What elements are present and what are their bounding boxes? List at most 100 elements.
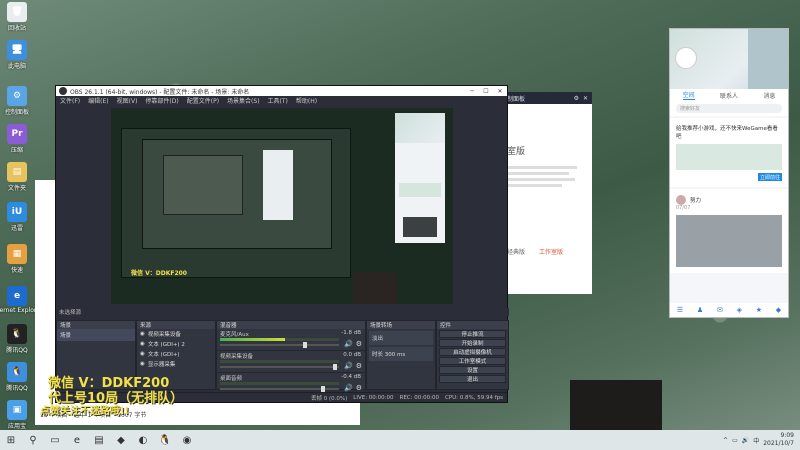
tab-contacts[interactable]: 联系人 [720,91,738,100]
avatar[interactable] [676,195,686,205]
tab-messages[interactable]: 消息 [763,91,775,100]
star-icon[interactable]: ★ [756,306,762,314]
source-label: 视频采集设备 [147,332,181,338]
menu-item[interactable]: 停靠部件(D) [145,96,178,105]
qq-search-input[interactable]: 搜索好友 [676,104,782,113]
control-button[interactable]: 开始录制 [439,339,506,347]
start-icon[interactable]: ⊞ [0,430,22,450]
source-item[interactable]: ◉ 文本 (GDI+) 2 [137,339,215,349]
dialog-heading: 室版 [507,147,526,157]
qq-panel[interactable]: 空间 联系人 消息 搜索好友 给我推荐小游戏，还不快来WeGame看看吧 立即前… [669,28,789,318]
search-icon[interactable]: ⚲ [22,430,44,450]
volume-slider[interactable] [220,342,339,348]
mixer-track-name: 视频采集设备 [220,354,254,360]
control-panel-dialog[interactable]: 控制面板 ⚙ ✕ 室版 经典版 工作室版 [497,92,592,294]
desktop-icon[interactable]: iU 迅雷 [0,202,34,232]
close-icon[interactable]: ✕ [493,88,507,95]
visibility-icon[interactable]: ◉ [140,351,145,357]
mixer-dock-title: 混音器 [217,321,365,329]
tray-expand-icon[interactable]: ^ [723,437,728,444]
mixer-track: 视频采集设备 0.0 dB 🔊 ⚙ [217,351,365,373]
desktop-icon[interactable]: 🐧 腾讯QQ [0,362,34,392]
menu-item[interactable]: 文件(F) [60,96,80,105]
mute-icon[interactable]: 🔊 [344,362,353,370]
gear-icon[interactable]: ⚙ [356,340,362,348]
obs-window[interactable]: OBS 26.1.1 (64-bit, windows) - 配置文件: 未命名… [55,85,509,403]
desktop-icon[interactable]: 🗑 回收站 [0,2,34,32]
settings-icon[interactable]: ⚙ [574,95,579,102]
control-button[interactable]: 停止推流 [439,330,506,338]
menu-item[interactable]: 编辑(E) [88,96,108,105]
menu-item[interactable]: 场景集合(S) [227,96,260,105]
status-item: REC: 00:00:00 [399,394,439,401]
desktop-icon[interactable]: ⚙ 控制面板 [0,86,34,116]
control-button[interactable]: 启动虚拟摄像机 [439,348,506,356]
app-icon: 🐧 [7,324,27,344]
taskbar-app-icon[interactable]: ◆ [110,430,132,450]
obs-preview[interactable]: 微信 V：DDKF200 [111,108,453,304]
transition-duration[interactable]: 时长 300 ms [369,347,433,361]
volume-slider[interactable] [220,364,339,370]
source-item[interactable]: ◉ 视频采集设备 [137,329,215,339]
qq-go-button[interactable]: 立即前往 [758,173,782,181]
dialog-link-classic[interactable]: 经典版 [507,247,525,256]
desktop-icon[interactable]: Pr 压缩 [0,124,34,154]
minimize-icon[interactable]: ─ [465,88,479,95]
mail-icon[interactable]: ✉ [717,306,723,314]
control-button[interactable]: 设置 [439,366,506,374]
desktop-icon[interactable]: 🖥 此电脑 [0,40,34,70]
network-icon[interactable]: ▭ [732,437,738,444]
avatar[interactable] [675,47,697,69]
menu-item[interactable]: 工具(T) [268,96,288,105]
taskbar-app-icon[interactable]: ◐ [132,430,154,450]
transition-select[interactable]: 淡出 [369,331,433,345]
clock-date: 2021/10/7 [763,440,794,447]
menu-item[interactable]: 视图(V) [117,96,138,105]
mute-icon[interactable]: 🔊 [344,384,353,392]
desktop-icon[interactable]: ▤ 文件夹 [0,162,34,192]
close-icon[interactable]: ✕ [583,95,588,102]
scenes-dock-title: 场景 [57,321,135,329]
desktop-icon[interactable]: eInternet Explorer [0,286,42,314]
taskbar-app-icon[interactable]: ▭ [44,430,66,450]
visibility-icon[interactable]: ◉ [140,361,145,367]
qq-promo-image[interactable] [676,144,782,170]
controls-dock-title: 控件 [437,321,508,329]
taskbar-app-icon[interactable]: e [66,430,88,450]
desktop-icon[interactable]: ▣ 应用宝 [0,400,34,430]
scene-item[interactable]: 场景 [57,329,135,341]
visibility-icon[interactable]: ◉ [140,341,145,347]
source-item[interactable]: ◉ 文本 (GDI+) [137,349,215,359]
gear-icon[interactable]: ⚙ [356,384,362,392]
menu-item[interactable]: 配置文件(P) [187,96,219,105]
gear-icon[interactable]: ⚙ [356,362,362,370]
taskbar-app-icon[interactable]: ◉ [176,430,198,450]
app-icon: ▣ [7,400,27,420]
qq-post-image[interactable] [676,215,782,267]
taskbar-app-icon[interactable]: ▤ [88,430,110,450]
volume-slider[interactable] [220,386,339,392]
volume-icon[interactable]: 🔊 [742,437,749,444]
group-icon[interactable]: ♟ [697,306,703,314]
menu-item[interactable]: 帮助(H) [296,96,317,105]
mixer-track-name: 麦克风/Aux [220,332,249,338]
taskbar-app-icon[interactable]: 🐧 [154,430,176,450]
mute-icon[interactable]: 🔊 [344,340,353,348]
tab-space[interactable]: 空间 [682,90,695,100]
shop-icon[interactable]: ◆ [776,306,781,314]
maximize-icon[interactable]: ☐ [479,88,493,95]
game-icon[interactable]: ◈ [737,306,742,314]
visibility-icon[interactable]: ◉ [140,331,145,337]
preview-qq-panel [395,113,445,243]
dialog-link-studio[interactable]: 工作室版 [539,247,563,256]
menu-icon[interactable]: ☰ [677,306,683,314]
desktop-icon[interactable]: 🐧 腾讯QQ [0,324,34,354]
control-button[interactable]: 退出 [439,375,506,383]
ime-icon[interactable]: 中 [753,436,759,445]
desktop-icon[interactable]: ▦ 快速 [0,244,34,274]
control-button[interactable]: 工作室模式 [439,357,506,365]
desktop-icon-label: 文件夹 [7,185,26,192]
obs-titlebar[interactable]: OBS 26.1.1 (64-bit, windows) - 配置文件: 未命名… [56,86,507,96]
source-item[interactable]: ◉ 显示器采集 [137,359,215,369]
clock[interactable]: 9:09 2021/10/7 [763,432,794,448]
